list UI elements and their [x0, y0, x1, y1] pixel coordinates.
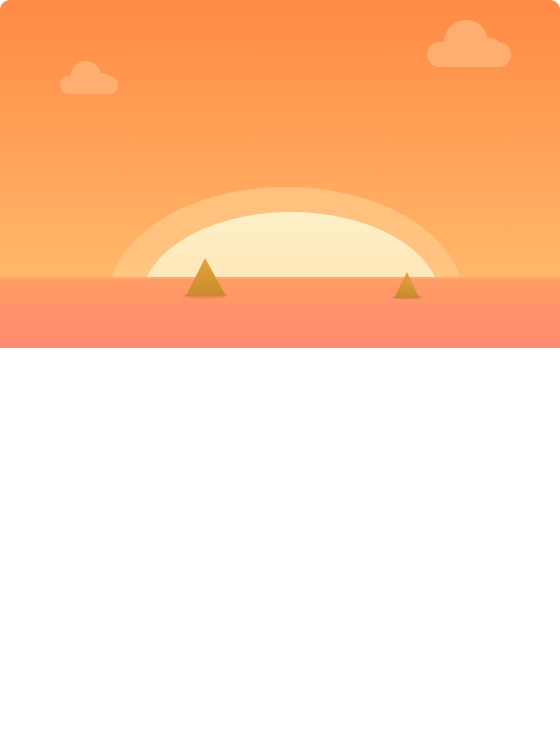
sunset-scene-svg: [0, 0, 560, 348]
empty-state-card: [0, 0, 560, 740]
sea: [0, 277, 560, 348]
empty-content-area: [0, 348, 560, 740]
sunset-illustration: [0, 0, 560, 348]
horizon-line: [0, 277, 560, 279]
